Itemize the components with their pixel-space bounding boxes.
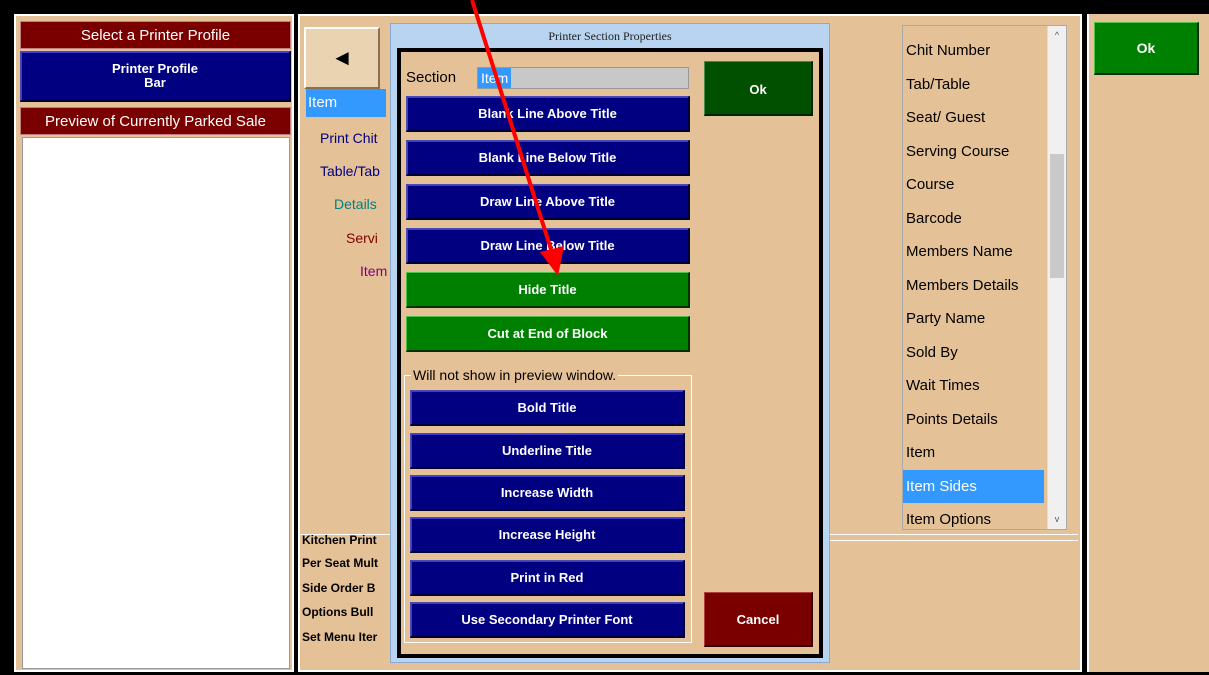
print-in-red-button[interactable]: Print in Red [410,560,685,596]
printer-profile-label: Printer Profile [112,61,198,76]
list-divider [820,540,1078,541]
list-item[interactable]: Points Details [903,403,1044,437]
cut-at-end-of-block-button[interactable]: Cut at End of Block [406,316,690,352]
list-item[interactable]: Sold By [903,336,1044,370]
section-value: Item [478,68,512,88]
tree-item-selected[interactable]: Item [306,89,386,117]
option-set-menu[interactable]: Set Menu Iter [302,627,377,648]
tree-item-item[interactable]: Item [360,263,387,279]
printer-profile-button[interactable]: Printer Profile Bar [20,51,291,102]
option-options-bullet[interactable]: Options Bull [302,602,373,623]
list-item[interactable]: Item Options [903,503,1044,529]
tree-item-table-tab[interactable]: Table/Tab [320,163,380,179]
scroll-down-icon[interactable]: v [1048,510,1066,528]
dialog-title: Printer Section Properties [548,29,672,43]
tree-item-print-chit[interactable]: Print Chit [320,130,378,146]
preview-header: Preview of Currently Parked Sale [20,107,291,135]
back-button[interactable]: ◄ [304,27,380,89]
scroll-thumb[interactable] [1050,154,1064,278]
preview-area [22,137,290,669]
list-item[interactable]: Party Name [903,302,1044,336]
draw-line-above-title-button[interactable]: Draw Line Above Title [406,184,690,220]
list-item[interactable]: Seat/ Guest [903,101,1044,135]
bold-title-button[interactable]: Bold Title [410,390,685,426]
option-per-seat[interactable]: Per Seat Mult [302,553,378,574]
list-item[interactable]: Serving Course [903,135,1044,169]
section-label: Section [406,69,457,86]
section-field[interactable]: Item [477,67,689,89]
list-item[interactable]: Tab/Table [903,68,1044,102]
right-panel [1087,14,1209,672]
scroll-up-icon[interactable]: ^ [1048,26,1066,44]
option-kitchen-print[interactable]: Kitchen Print [302,530,377,551]
printer-profile-value: Bar [144,75,166,90]
list-item[interactable]: Members Name [903,235,1044,269]
blank-line-below-title-button[interactable]: Blank Line Below Title [406,140,690,176]
use-secondary-printer-font-button[interactable]: Use Secondary Printer Font [410,602,685,638]
dialog-ok-button[interactable]: Ok [704,61,813,116]
draw-line-below-title-button[interactable]: Draw Line Below Title [406,228,690,264]
select-printer-profile-button[interactable]: Select a Printer Profile [20,21,291,49]
list-item[interactable]: Course [903,168,1044,202]
hide-title-button[interactable]: Hide Title [406,272,690,308]
field-list[interactable]: Chit Number Tab/Table Seat/ Guest Serving C… [902,25,1067,530]
main-ok-button[interactable]: Ok [1094,22,1199,75]
dialog-cancel-button[interactable]: Cancel [704,592,813,647]
list-scrollbar[interactable]: ^ v [1047,26,1066,529]
list-item[interactable]: Item Sides [903,469,1044,503]
increase-width-button[interactable]: Increase Width [410,475,685,511]
underline-title-button[interactable]: Underline Title [410,433,685,469]
list-item[interactable]: Members Details [903,269,1044,303]
group-label: Will not show in preview window. [411,367,619,383]
increase-height-button[interactable]: Increase Height [410,517,685,553]
tree-item-serving[interactable]: Servi [346,230,378,246]
list-item[interactable]: Barcode [903,202,1044,236]
tree-item-details[interactable]: Details [334,196,377,212]
blank-line-above-title-button[interactable]: Blank Line Above Title [406,96,690,132]
list-item[interactable]: Item [903,436,1044,470]
option-side-order[interactable]: Side Order B [302,578,375,599]
list-item[interactable]: Wait Times [903,369,1044,403]
list-item[interactable]: Chit Number [903,34,1044,68]
